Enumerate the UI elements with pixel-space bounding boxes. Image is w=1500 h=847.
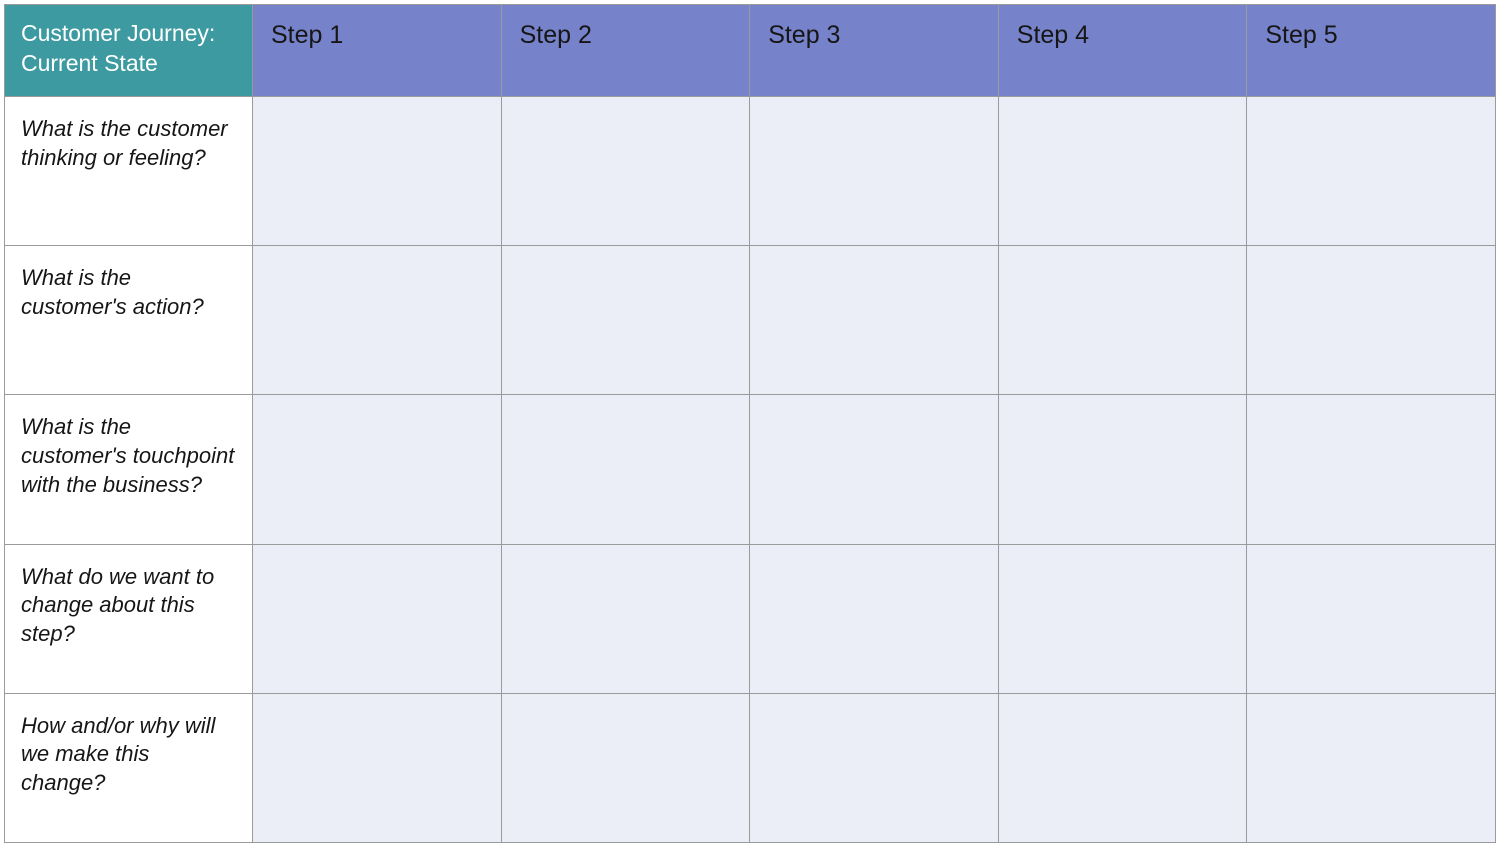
cell — [253, 246, 502, 395]
row-label-text: How and/or why will we make this change? — [21, 713, 215, 795]
cell — [750, 544, 999, 693]
cell — [253, 544, 502, 693]
column-header-step-5: Step 5 — [1247, 5, 1496, 97]
cell — [750, 395, 999, 544]
column-header-step-3: Step 3 — [750, 5, 999, 97]
table-row: How and/or why will we make this change? — [5, 693, 1496, 842]
row-label-text: What is the customer's touchpoint with t… — [21, 414, 234, 496]
row-label-touchpoint: What is the customer's touchpoint with t… — [5, 395, 253, 544]
cell — [253, 693, 502, 842]
cell — [998, 246, 1247, 395]
row-label-thinking-feeling: What is the customer thinking or feeling… — [5, 97, 253, 246]
column-header-step-2: Step 2 — [501, 5, 750, 97]
cell — [750, 693, 999, 842]
row-label-text: What do we want to change about this ste… — [21, 564, 214, 646]
cell — [501, 97, 750, 246]
cell — [750, 246, 999, 395]
cell — [750, 97, 999, 246]
cell — [998, 395, 1247, 544]
row-label-action: What is the customer's action? — [5, 246, 253, 395]
table-title: Customer Journey: Current State — [21, 20, 215, 76]
column-header-step-4: Step 4 — [998, 5, 1247, 97]
cell — [1247, 693, 1496, 842]
column-label: Step 5 — [1265, 21, 1337, 49]
cell — [1247, 395, 1496, 544]
cell — [998, 544, 1247, 693]
cell — [253, 395, 502, 544]
customer-journey-table: Customer Journey: Current State Step 1 S… — [4, 4, 1496, 843]
cell — [1247, 97, 1496, 246]
row-label-change-what: What do we want to change about this ste… — [5, 544, 253, 693]
cell — [501, 246, 750, 395]
cell — [998, 693, 1247, 842]
table-row: What is the customer thinking or feeling… — [5, 97, 1496, 246]
cell — [501, 693, 750, 842]
column-label: Step 1 — [271, 21, 343, 49]
table-header-row: Customer Journey: Current State Step 1 S… — [5, 5, 1496, 97]
cell — [1247, 544, 1496, 693]
table-row: What is the customer's action? — [5, 246, 1496, 395]
row-label-text: What is the customer thinking or feeling… — [21, 116, 228, 170]
table-row: What do we want to change about this ste… — [5, 544, 1496, 693]
table-title-cell: Customer Journey: Current State — [5, 5, 253, 97]
table-row: What is the customer's touchpoint with t… — [5, 395, 1496, 544]
cell — [501, 395, 750, 544]
column-header-step-1: Step 1 — [253, 5, 502, 97]
cell — [998, 97, 1247, 246]
row-label-change-how-why: How and/or why will we make this change? — [5, 693, 253, 842]
column-label: Step 4 — [1017, 21, 1089, 49]
column-label: Step 2 — [520, 21, 592, 49]
cell — [1247, 246, 1496, 395]
row-label-text: What is the customer's action? — [21, 265, 204, 319]
cell — [501, 544, 750, 693]
cell — [253, 97, 502, 246]
column-label: Step 3 — [768, 21, 840, 49]
